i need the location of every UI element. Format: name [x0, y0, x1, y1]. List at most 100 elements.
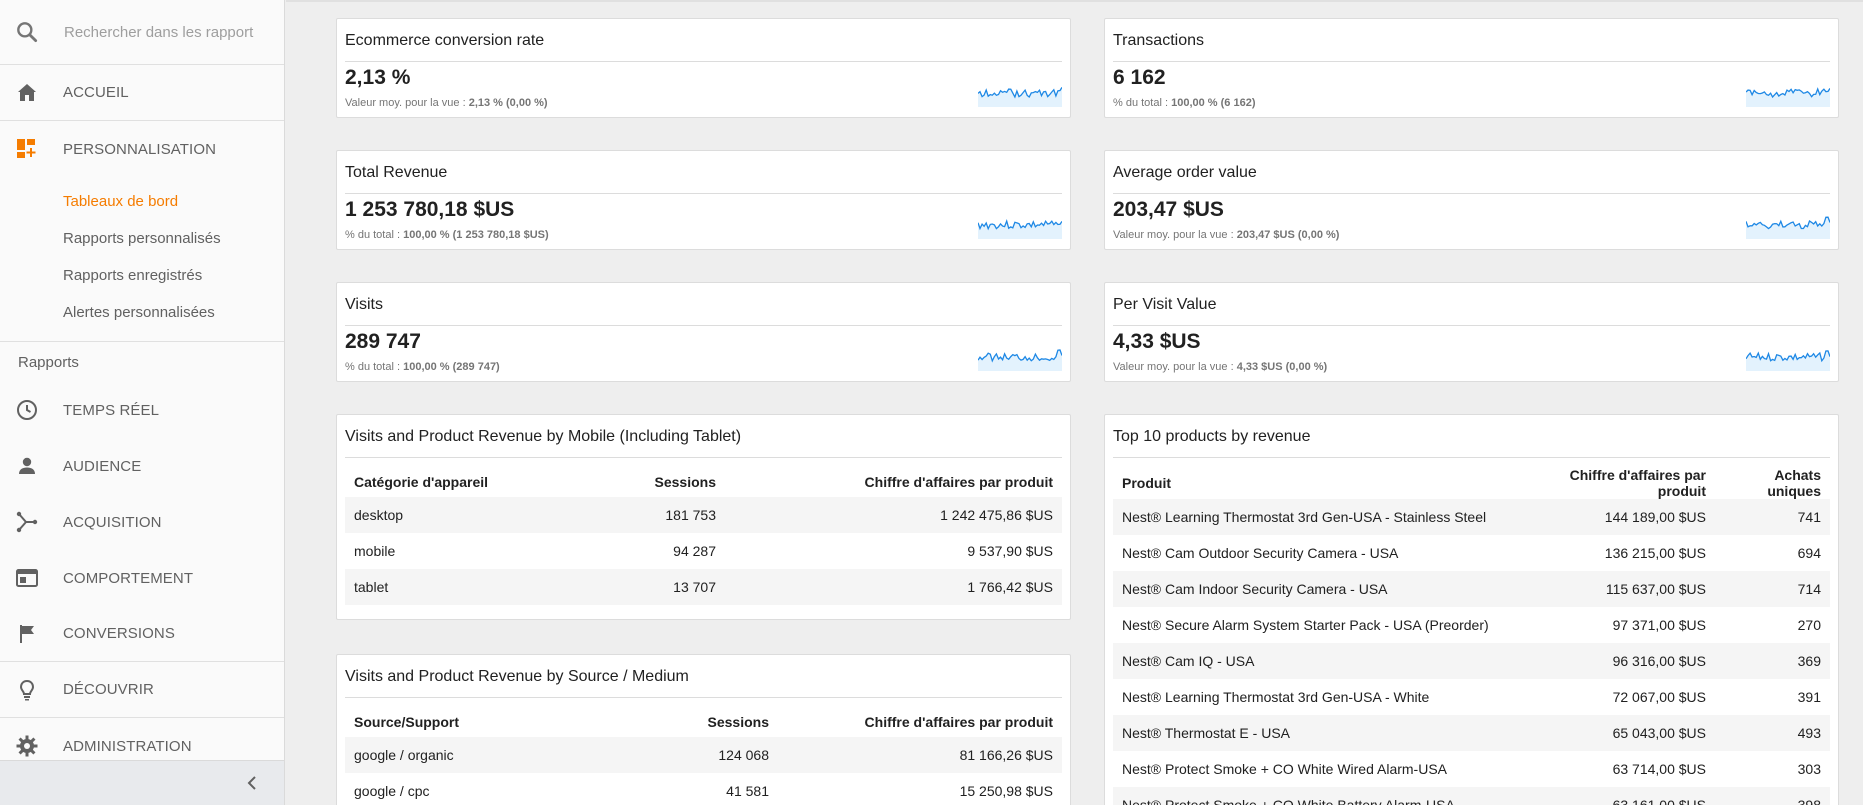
- widget-per-visit-value: Per Visit Value 4,33 $US Valeur moy. pou…: [1104, 282, 1839, 382]
- sidebar-collapse-bar: [0, 760, 284, 805]
- table-cell: google / organic: [345, 737, 645, 773]
- sub-item-dashboards[interactable]: Tableaux de bord: [0, 183, 284, 220]
- widget-divider: [345, 457, 1062, 458]
- nav-behavior[interactable]: COMPORTEMENT: [0, 550, 284, 606]
- table-cell: 1 766,42 $US: [725, 569, 1062, 605]
- table-cell: Nest® Learning Thermostat 3rd Gen-USA - …: [1122, 689, 1430, 705]
- column-header[interactable]: Achats uniques: [1715, 467, 1830, 499]
- sparkline: [1746, 350, 1830, 371]
- table-row: google / organic 124 068 81 166,26 $US: [345, 737, 1062, 773]
- nav-audience[interactable]: AUDIENCE: [0, 438, 284, 494]
- source-table: Source/Support Sessions Chiffre d'affair…: [345, 707, 1062, 805]
- sparkline: [1746, 87, 1830, 107]
- flag-icon: [14, 621, 40, 647]
- person-icon: [14, 453, 40, 479]
- table-cell: mobile: [354, 543, 396, 559]
- metric-subtext-value: 100,00 % (1 253 780,18 $US): [403, 229, 549, 241]
- widget-title: Visits and Product Revenue by Source / M…: [345, 668, 689, 685]
- nav-conversions-label: CONVERSIONS: [63, 625, 175, 642]
- metric-subtext-prefix: % du total :: [345, 361, 404, 373]
- table-cell: 72 067,00 $US: [1612, 689, 1706, 705]
- table-cell: 714: [1715, 571, 1830, 607]
- widget-divider: [345, 697, 1062, 698]
- widget-title: Average order value: [1113, 164, 1257, 181]
- widget-source-table: Visits and Product Revenue by Source / M…: [336, 654, 1071, 805]
- table-cell: 303: [1797, 761, 1821, 777]
- metric-value: 1 253 780,18 $US: [345, 198, 515, 221]
- table-cell: 369: [1715, 643, 1830, 679]
- metric-subtext: Valeur moy. pour la vue : 203,47 $US (0,…: [1113, 229, 1339, 241]
- metric-subtext-prefix: Valeur moy. pour la vue :: [1113, 361, 1237, 373]
- nav-realtime[interactable]: TEMPS RÉEL: [0, 382, 284, 438]
- widget-average-order-value: Average order value 203,47 $US Valeur mo…: [1104, 150, 1839, 250]
- table-cell: tablet: [345, 569, 645, 605]
- metric-value: 203,47 $US: [1113, 198, 1224, 221]
- widget-divider: [1113, 61, 1830, 62]
- chevron-left-icon[interactable]: [242, 773, 262, 793]
- sparkline: [978, 87, 1062, 107]
- widget-title: Transactions: [1113, 32, 1204, 49]
- nav-discover[interactable]: DÉCOUVRIR: [0, 662, 284, 718]
- table-cell: 15 250,98 $US: [959, 783, 1053, 799]
- sidebar: ACCUEIL PERSONNALISATION Tableaux de bor…: [0, 0, 285, 805]
- nav-admin-label: ADMINISTRATION: [63, 737, 192, 755]
- table-header-row: Catégorie d'appareil Sessions Chiffre d'…: [345, 467, 1062, 497]
- nav-conversions[interactable]: CONVERSIONS: [0, 606, 284, 662]
- column-header[interactable]: Produit: [1113, 467, 1515, 499]
- table-cell: 270: [1797, 617, 1821, 633]
- table-row: Nest® Cam Outdoor Security Camera - USA 1…: [1113, 535, 1830, 571]
- table-cell: 398: [1715, 787, 1830, 805]
- sub-item-saved-reports[interactable]: Rapports enregistrés: [0, 257, 284, 294]
- top-divider: [286, 0, 1863, 2]
- table-row: desktop 181 753 1 242 475,86 $US: [345, 497, 1062, 533]
- table-cell: 65 043,00 $US: [1515, 715, 1715, 751]
- widget-title: Total Revenue: [345, 164, 448, 181]
- metric-value: 289 747: [345, 330, 421, 353]
- table-cell: 124 068: [645, 737, 778, 773]
- table-cell: 13 707: [645, 569, 725, 605]
- search-input[interactable]: [64, 23, 254, 41]
- widget-total-revenue: Total Revenue 1 253 780,18 $US % du tota…: [336, 150, 1071, 250]
- table-cell: Nest® Learning Thermostat 3rd Gen-USA - …: [1113, 499, 1515, 535]
- table-cell: 181 753: [645, 497, 725, 533]
- table-cell: 63 161,00 $US: [1515, 787, 1715, 805]
- metric-subtext: Valeur moy. pour la vue : 2,13 % (0,00 %…: [345, 97, 548, 109]
- merge-icon: [14, 509, 40, 535]
- metric-subtext-prefix: Valeur moy. pour la vue :: [345, 97, 469, 109]
- table-cell: 115 637,00 $US: [1515, 571, 1715, 607]
- column-header[interactable]: Chiffre d'affaires par produit: [725, 467, 1062, 497]
- gear-icon: [14, 733, 40, 759]
- table-cell: Nest® Cam Indoor Security Camera - USA: [1113, 571, 1515, 607]
- nav-acquisition[interactable]: ACQUISITION: [0, 494, 284, 550]
- metric-subtext-value: 100,00 % (6 162): [1171, 97, 1256, 109]
- widget-divider: [345, 325, 1062, 326]
- metric-subtext-prefix: % du total :: [345, 229, 404, 241]
- table-cell: 493: [1715, 715, 1830, 751]
- table-cell: 9 537,90 $US: [967, 543, 1053, 559]
- table-row: Nest® Protect Smoke + CO White Wired Ala…: [1113, 751, 1830, 787]
- table-row: Nest® Secure Alarm System Starter Pack -…: [1113, 607, 1830, 643]
- table-cell: 94 287: [673, 543, 716, 559]
- nav-home[interactable]: ACCUEIL: [0, 65, 284, 121]
- nav-realtime-label: TEMPS RÉEL: [63, 401, 160, 419]
- column-header[interactable]: Source/Support: [345, 707, 645, 737]
- column-header[interactable]: Catégorie d'appareil: [345, 467, 645, 497]
- table-row: google / cpc 41 581 15 250,98 $US: [345, 773, 1062, 805]
- column-header[interactable]: Chiffre d'affaires par produit: [1515, 467, 1715, 499]
- table-cell: Nest® Secure Alarm System Starter Pack -…: [1122, 617, 1489, 633]
- widget-top-products: Top 10 products by revenue Produit Chiff…: [1104, 414, 1839, 805]
- column-header[interactable]: Sessions: [645, 467, 725, 497]
- lightbulb-icon: [14, 677, 40, 703]
- table-cell: desktop: [345, 497, 645, 533]
- metric-subtext: % du total : 100,00 % (289 747): [345, 361, 500, 373]
- sub-item-custom-reports[interactable]: Rapports personnalisés: [0, 220, 284, 257]
- widget-title: Top 10 products by revenue: [1113, 428, 1311, 445]
- nav-customization[interactable]: PERSONNALISATION: [0, 121, 284, 177]
- column-header[interactable]: Sessions: [645, 707, 778, 737]
- widget-divider: [1113, 325, 1830, 326]
- metric-subtext-value: 4,33 $US (0,00 %): [1236, 361, 1328, 373]
- table-row: Nest® Protect Smoke + CO White Battery A…: [1113, 787, 1830, 805]
- metric-value: 6 162: [1113, 66, 1166, 89]
- sub-item-custom-alerts[interactable]: Alertes personnalisées: [0, 294, 284, 331]
- column-header[interactable]: Chiffre d'affaires par produit: [778, 707, 1062, 737]
